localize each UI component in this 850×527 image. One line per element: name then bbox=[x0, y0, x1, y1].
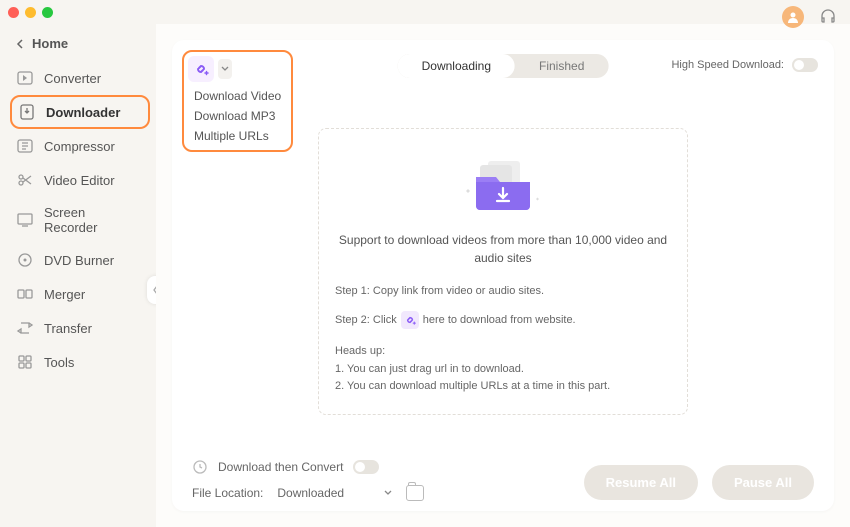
pause-all-button[interactable]: Pause All bbox=[712, 465, 814, 500]
sidebar-item-converter[interactable]: Converter bbox=[0, 61, 156, 95]
download-link-button[interactable] bbox=[188, 56, 214, 82]
chevron-down-icon bbox=[221, 66, 229, 72]
clock-icon bbox=[192, 459, 208, 475]
sidebar-item-dvd-burner[interactable]: DVD Burner bbox=[0, 243, 156, 277]
sidebar-item-label: Transfer bbox=[44, 321, 92, 336]
link-plus-icon bbox=[192, 60, 210, 78]
chevron-left-icon bbox=[16, 39, 26, 49]
sidebar-item-compressor[interactable]: Compressor bbox=[0, 129, 156, 163]
dropzone[interactable]: Support to download videos from more tha… bbox=[318, 128, 688, 415]
resume-all-button[interactable]: Resume All bbox=[584, 465, 698, 500]
sidebar-item-label: Merger bbox=[44, 287, 85, 302]
content-area: Download Video Download MP3 Multiple URL… bbox=[156, 24, 850, 527]
heads-up: Heads up: 1. You can just drag url in to… bbox=[335, 343, 671, 396]
sidebar: Home Converter Downloader Compressor Vid… bbox=[0, 24, 156, 527]
chevron-down-icon bbox=[384, 490, 392, 496]
convert-toggle[interactable] bbox=[353, 460, 379, 474]
heads-title: Heads up: bbox=[335, 343, 671, 361]
sidebar-item-label: Screen Recorder bbox=[44, 205, 140, 235]
sidebar-item-video-editor[interactable]: Video Editor bbox=[0, 163, 156, 197]
location-label: File Location: bbox=[192, 486, 263, 500]
location-select[interactable]: Downloaded bbox=[273, 486, 396, 500]
step2-text-b: here to download from website. bbox=[423, 314, 576, 326]
converter-icon bbox=[16, 69, 34, 87]
traffic-lights bbox=[0, 0, 850, 24]
disc-icon bbox=[16, 251, 34, 269]
high-speed-download: High Speed Download: bbox=[671, 58, 818, 72]
merger-icon bbox=[16, 285, 34, 303]
step2-text-a: Step 2: Click bbox=[335, 314, 397, 326]
location-value: Downloaded bbox=[277, 486, 344, 500]
sidebar-home[interactable]: Home bbox=[0, 30, 156, 61]
hsd-label: High Speed Download: bbox=[671, 59, 784, 71]
minimize-window[interactable] bbox=[25, 7, 36, 18]
bottom-bar: Download then Convert File Location: Dow… bbox=[192, 459, 814, 501]
user-avatar[interactable] bbox=[782, 6, 804, 28]
header-controls bbox=[782, 6, 838, 28]
sidebar-item-transfer[interactable]: Transfer bbox=[0, 311, 156, 345]
open-folder-button[interactable] bbox=[406, 485, 424, 501]
scissors-icon bbox=[16, 171, 34, 189]
step-2: Step 2: Click here to download from webs… bbox=[335, 311, 671, 329]
step-1: Step 1: Copy link from video or audio si… bbox=[335, 285, 671, 297]
sidebar-item-screen-recorder[interactable]: Screen Recorder bbox=[0, 197, 156, 243]
screen-icon bbox=[16, 211, 34, 229]
link-plus-icon bbox=[401, 311, 419, 329]
sidebar-item-merger[interactable]: Merger bbox=[0, 277, 156, 311]
main-card: Download Video Download MP3 Multiple URL… bbox=[172, 40, 834, 511]
heads-line-2: 2. You can download multiple URLs at a t… bbox=[335, 378, 671, 396]
home-label: Home bbox=[32, 36, 68, 51]
tab-finished[interactable]: Finished bbox=[515, 54, 608, 78]
menu-item-multiple-urls[interactable]: Multiple URLs bbox=[188, 126, 287, 146]
download-dropdown-toggle[interactable] bbox=[218, 59, 232, 79]
maximize-window[interactable] bbox=[42, 7, 53, 18]
tabs-segmented: Downloading Finished bbox=[398, 54, 609, 78]
folder-illustration bbox=[335, 155, 671, 215]
compressor-icon bbox=[16, 137, 34, 155]
close-window[interactable] bbox=[8, 7, 19, 18]
menu-item-download-mp3[interactable]: Download MP3 bbox=[188, 106, 287, 126]
sidebar-item-label: DVD Burner bbox=[44, 253, 114, 268]
sidebar-item-label: Converter bbox=[44, 71, 101, 86]
downloader-icon bbox=[18, 103, 36, 121]
convert-label: Download then Convert bbox=[218, 460, 343, 474]
sidebar-item-label: Video Editor bbox=[44, 173, 115, 188]
download-dropdown-menu: Download Video Download MP3 Multiple URL… bbox=[188, 86, 287, 146]
sidebar-item-label: Tools bbox=[44, 355, 74, 370]
sidebar-item-downloader[interactable]: Downloader bbox=[10, 95, 150, 129]
tab-downloading[interactable]: Downloading bbox=[398, 54, 515, 78]
download-button-group: Download Video Download MP3 Multiple URL… bbox=[182, 50, 293, 152]
heads-line-1: 1. You can just drag url in to download. bbox=[335, 361, 671, 379]
sidebar-item-label: Downloader bbox=[46, 105, 120, 120]
support-text: Support to download videos from more tha… bbox=[335, 231, 671, 267]
hsd-toggle[interactable] bbox=[792, 58, 818, 72]
transfer-icon bbox=[16, 319, 34, 337]
support-icon[interactable] bbox=[818, 7, 838, 27]
sidebar-item-tools[interactable]: Tools bbox=[0, 345, 156, 379]
grid-icon bbox=[16, 353, 34, 371]
menu-item-download-video[interactable]: Download Video bbox=[188, 86, 287, 106]
sidebar-item-label: Compressor bbox=[44, 139, 115, 154]
